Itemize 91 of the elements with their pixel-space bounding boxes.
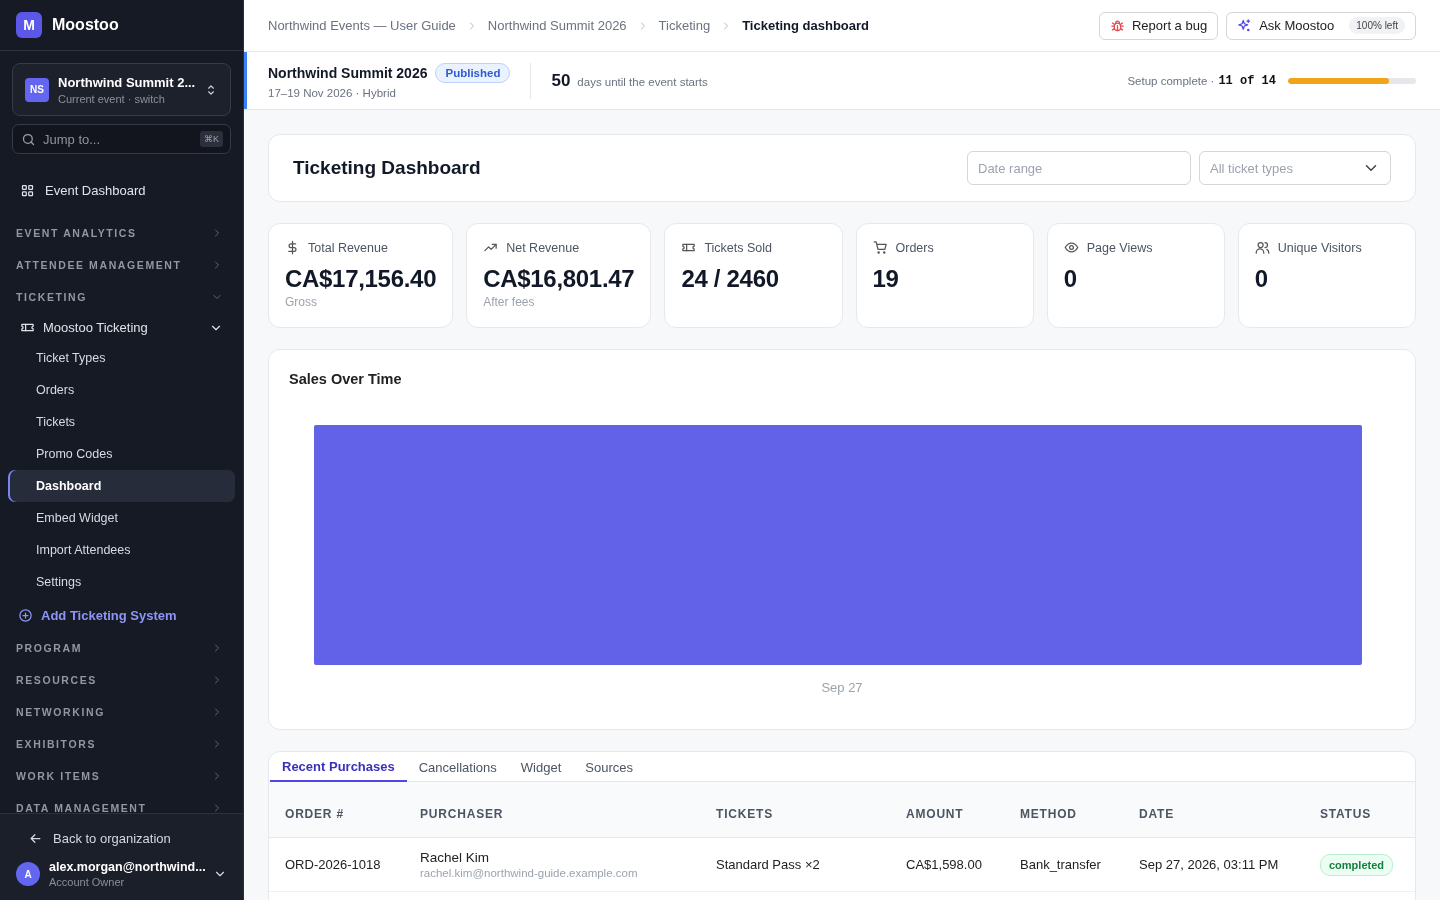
breadcrumb-link[interactable]: Ticketing xyxy=(658,18,711,33)
grid-icon xyxy=(20,182,35,198)
stat-label: Net Revenue xyxy=(506,240,580,255)
breadcrumb-current: Ticketing dashboard xyxy=(742,18,870,33)
event-title: Northwind Summit 2026 xyxy=(268,64,428,81)
event-subtitle: Current event · switch xyxy=(58,92,166,105)
stat-value: 24 / 2460 xyxy=(681,265,780,293)
chart-title: Sales Over Time xyxy=(289,371,403,387)
event-dates: 17–19 Nov 2026 · Hybrid xyxy=(268,86,397,99)
column-header: DATE xyxy=(1123,782,1304,837)
search-icon xyxy=(21,132,36,147)
users-icon xyxy=(1254,240,1270,255)
nav-group[interactable]: Moostoo Ticketing xyxy=(8,313,235,342)
stat-label: Tickets Sold xyxy=(704,240,772,255)
stat-note: After fees xyxy=(483,295,536,309)
countdown-number: 50 xyxy=(551,70,571,91)
nav-item[interactable]: Ticket Types xyxy=(8,342,235,374)
stat-value: CA$17,156.40 xyxy=(285,265,437,293)
column-header: TICKETS xyxy=(700,782,890,837)
table-cell: Bank_transfer xyxy=(1004,837,1123,891)
stat-value: 0 xyxy=(1063,265,1078,293)
stat-label: Unique Visitors xyxy=(1277,240,1362,255)
tab[interactable]: Widget xyxy=(508,752,574,782)
breadcrumb-link[interactable]: Northwind Summit 2026 xyxy=(487,18,627,33)
setup-label: Setup complete · xyxy=(1127,74,1215,87)
stat-label: Orders xyxy=(895,240,934,255)
account-role: Account Owner xyxy=(49,876,126,888)
nav-item[interactable]: Embed Widget xyxy=(8,502,235,534)
dollar-icon xyxy=(285,240,300,255)
column-header: ORDER # xyxy=(269,782,404,837)
cart-icon xyxy=(872,240,888,255)
logo: M xyxy=(16,12,42,38)
table-cell: ORD-2026-1018 xyxy=(269,837,404,891)
section-header[interactable]: RESOURCES xyxy=(8,664,235,696)
countdown-label: days until the event starts xyxy=(577,75,708,88)
nav-item[interactable]: Tickets xyxy=(8,406,235,438)
page-title: Ticketing Dashboard xyxy=(293,157,481,179)
purchaser-email: rachel.kim@northwind-guide.example.com xyxy=(420,866,639,879)
table-cell: Standard Pass ×2 xyxy=(700,837,890,891)
account-menu[interactable]: A alex.morgan@northwind... Account Owner xyxy=(0,852,243,888)
ask-assistant-button[interactable]: Ask Moostoo 100% left xyxy=(1226,11,1416,40)
nav-item[interactable]: Event Dashboard xyxy=(8,174,235,206)
shortcut-key: ⌘K xyxy=(200,131,223,147)
app-name: Moostoo xyxy=(52,16,119,34)
back-link[interactable]: Back to organization xyxy=(0,824,243,852)
account-email: alex.morgan@northwind... xyxy=(49,860,204,874)
sparkle-icon xyxy=(1237,18,1253,33)
avatar: A xyxy=(16,862,40,886)
section-header[interactable]: ATTENDEE MANAGEMENT xyxy=(8,249,235,281)
nav-item[interactable]: Promo Codes xyxy=(8,438,235,470)
purchaser-name: Rachel Kim xyxy=(420,849,491,865)
nav-item[interactable]: Import Attendees xyxy=(8,534,235,566)
report-bug-button[interactable]: Report a bug xyxy=(1098,11,1219,40)
bug-icon xyxy=(1109,18,1125,33)
stat-value: CA$16,801.47 xyxy=(483,265,635,293)
setup-count: 11 of 14 xyxy=(1218,73,1276,88)
stat-note: Gross xyxy=(285,295,318,309)
axis-label: Sep 27 xyxy=(820,680,864,695)
section-header[interactable]: TICKETING xyxy=(8,281,235,313)
event-switcher[interactable]: NS Northwind Summit 2... Current event · switch xyxy=(12,63,231,116)
status-badge: Published xyxy=(435,62,511,83)
table-cell: Sep 27, 2026, 03:11 PM xyxy=(1123,837,1304,891)
section-header[interactable]: NETWORKING xyxy=(8,696,235,728)
section-header[interactable]: EVENT ANALYTICS xyxy=(8,217,235,249)
column-header: AMOUNT xyxy=(890,782,1004,837)
nav-item[interactable]: Orders xyxy=(8,374,235,406)
stat-value: 0 xyxy=(1254,265,1269,293)
add-link[interactable]: Add Ticketing System xyxy=(8,598,235,632)
eye-icon xyxy=(1063,240,1079,255)
plus-circle-icon xyxy=(18,607,33,623)
column-header: METHOD xyxy=(1004,782,1123,837)
table-cell: CA$1,598.00 xyxy=(890,837,1004,891)
section-header[interactable]: PROGRAM xyxy=(8,632,235,664)
stat-value: 19 xyxy=(872,265,900,293)
breadcrumb-link[interactable]: Northwind Events — User Guide xyxy=(268,18,456,33)
tab[interactable]: Cancellations xyxy=(406,752,509,782)
status-badge: completed xyxy=(1320,853,1393,876)
column-header: PURCHASER xyxy=(404,782,700,837)
event-avatar: NS xyxy=(25,77,49,102)
section-header[interactable]: DATA MANAGEMENT xyxy=(8,792,235,813)
column-header: STATUS xyxy=(1304,782,1415,837)
date-range-field[interactable]: Date range xyxy=(967,151,1191,185)
nav-item[interactable]: Settings xyxy=(8,566,235,598)
tab[interactable]: Sources xyxy=(573,752,645,782)
usage-badge: 100% left xyxy=(1349,17,1405,34)
stat-label: Total Revenue xyxy=(308,240,388,255)
section-header[interactable]: WORK ITEMS xyxy=(8,760,235,792)
section-header[interactable]: EXHIBITORS xyxy=(8,728,235,760)
nav-item[interactable]: Dashboard xyxy=(8,470,235,502)
event-name: Northwind Summit 2... xyxy=(58,74,195,90)
stat-label: Page Views xyxy=(1086,240,1153,255)
